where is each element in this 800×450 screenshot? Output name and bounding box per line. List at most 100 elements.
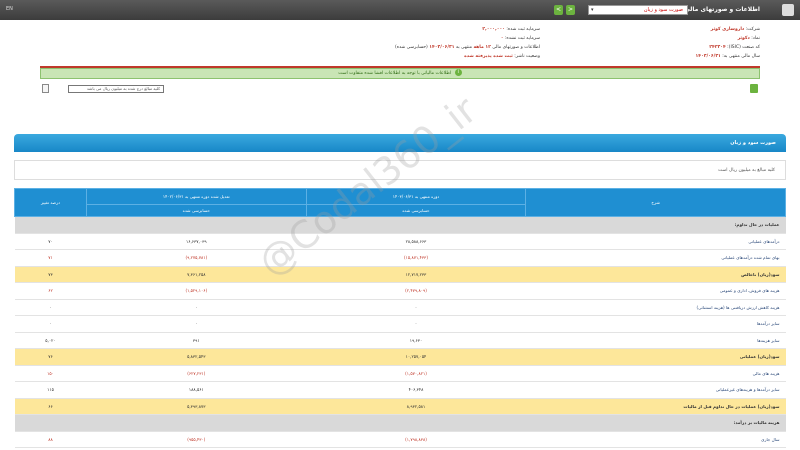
- row-desc: سایر هزینه‌ها: [525, 332, 786, 349]
- chevron-down-icon: ▾: [591, 7, 594, 13]
- audit-status: (حسابرسی شده): [394, 45, 428, 50]
- header-desc: شرح: [525, 188, 786, 217]
- info-icon: i: [454, 69, 462, 76]
- table-row: هزینه های مالی (۱,۵۷۰,۸۲۱) (۶۲۷,۲۳۱) ۱۵۰: [14, 365, 786, 382]
- row-previous: ۰: [86, 315, 307, 333]
- subheader-previous: حسابرسی شده: [85, 204, 307, 217]
- row-current: ۰: [306, 315, 526, 333]
- row-previous: ۳۹۱: [86, 332, 307, 349]
- info-banner: i اطلاعات مالیاتی با توجه به اطلاعات افش…: [40, 68, 760, 79]
- symbol-label: نماد:: [751, 36, 760, 41]
- table-row: سایر درآمدها و هزینه‌های غیرعملیاتی ۴۰۶,۳…: [14, 381, 786, 399]
- document-icon[interactable]: [42, 84, 49, 93]
- table-row: بهای تمام شده درآمدهای عملیاتی (۱۵,۸۷۱,۴۳…: [14, 249, 786, 267]
- company-info-panel: شرکت: داروسازی کوثر سرمایه ثبت شده: ۲,۰۰…: [40, 25, 760, 67]
- row-change: ۰: [14, 299, 87, 316]
- next-button[interactable]: >: [566, 5, 575, 15]
- row-desc: سال جاری: [525, 431, 786, 448]
- row-current: ۱۹,۶۳۰: [306, 332, 526, 349]
- row-change: ۷۳: [14, 266, 87, 283]
- row-change: ۷۰: [14, 233, 87, 250]
- unregistered-capital-value: ۰: [500, 36, 504, 41]
- top-bar: اطلاعات و صورتهای مالی صورت سود و زیان ▾…: [0, 0, 800, 20]
- table-row: سود(زیان) عملیات در حال تداوم قبل از مال…: [14, 398, 786, 415]
- page-title: اطلاعات و صورتهای مالی: [684, 6, 760, 13]
- row-change: ۱۵۰: [14, 365, 87, 382]
- language-toggle[interactable]: EN: [6, 6, 13, 12]
- table-row: سایر درآمدها ۰ ۰ ۰: [14, 315, 786, 333]
- isic-value: ۲۴۲۳۰۴: [709, 45, 726, 50]
- row-previous: (۶۲۷,۲۳۱): [86, 365, 307, 382]
- report-select-value: صورت سود و زیان: [643, 7, 683, 13]
- year-end-label: سال مالی منتهی به:: [722, 54, 760, 59]
- group-label: عملیات در حال تداوم:: [14, 216, 786, 234]
- income-statement-table: شرح دوره منتهی به ۱۴۰۳/۰۶/۳۱ تعدیل شده د…: [14, 188, 786, 448]
- row-previous: ۵,۳۹۳,۸۷۳: [86, 398, 307, 415]
- unit-select[interactable]: کلیه مبالغ درج شده به میلیون ریال می باش…: [68, 85, 164, 93]
- capital-value: ۲,۰۰۰,۰۰۰: [482, 27, 505, 32]
- isic-label: کد صنعت (ISIC):: [727, 45, 760, 50]
- amount-note: کلیه مبالغ به میلیون ریال است: [14, 160, 786, 180]
- header-previous: تعدیل شده دوره منتهی به ۱۴۰۲/۰۶/۳۱: [85, 188, 307, 205]
- header-current: دوره منتهی به ۱۴۰۳/۰۶/۳۱: [305, 188, 527, 205]
- row-current: ۰: [306, 299, 526, 316]
- row-change: ۷۶: [14, 348, 87, 366]
- row-previous: ۱۶,۶۳۷,۰۳۹: [86, 233, 307, 250]
- period-value: ۱۲ ماهه: [473, 45, 491, 50]
- row-change: ۷۱: [14, 249, 87, 267]
- row-desc: سایر درآمدها و هزینه‌های غیرعملیاتی: [525, 381, 786, 399]
- row-change: ۶۶: [14, 398, 87, 415]
- row-desc: درآمدهای عملیاتی: [525, 233, 786, 250]
- row-current: (۱,۷۹۸,۸۳۸): [306, 431, 526, 448]
- symbol-value: دکوثر: [737, 36, 750, 41]
- row-previous: (۹,۲۷۵,۷۸۱): [86, 249, 307, 267]
- row-previous: (۹۵۵,۴۳۰): [86, 431, 307, 448]
- table-row: سال جاری (۱,۷۹۸,۸۳۸) (۹۵۵,۴۳۰) ۸۸: [14, 431, 786, 448]
- capital-label: سرمایه ثبت شده:: [506, 27, 540, 32]
- table-row: هزینه مالیات بر درآمد:: [14, 414, 786, 432]
- row-current: (۱۵,۸۷۱,۴۳۳): [306, 249, 526, 267]
- row-change: ۵,۰۲۰: [14, 332, 87, 349]
- row-current: ۱۰,۲۵۷,۰۵۴: [306, 348, 526, 366]
- table-row: سود(زیان) ناخالص ۱۲,۷۱۷,۲۳۳ ۷,۳۶۱,۲۵۸ ۷۳: [14, 266, 786, 283]
- row-desc: هزینه کاهش ارزش دریافتنی ها (هزینه استثن…: [525, 299, 786, 316]
- info-banner-text: اطلاعات مالیاتی با توجه به اطلاعات افشا …: [338, 71, 452, 76]
- row-change: ۱۱۵: [14, 381, 87, 399]
- row-current: ۱۲,۷۱۷,۲۳۳: [306, 266, 526, 283]
- row-current: (۱,۵۷۰,۸۲۱): [306, 365, 526, 382]
- report-select[interactable]: صورت سود و زیان ▾: [588, 5, 688, 15]
- row-desc: سود(زیان) عملیات در حال تداوم قبل از مال…: [525, 398, 786, 415]
- company-value: داروسازی کوثر: [710, 27, 745, 32]
- row-current: ۲۸,۵۸۸,۶۶۳: [306, 233, 526, 250]
- row-previous: (۱,۵۲۹,۱۰۶): [86, 282, 307, 300]
- subheader-current: حسابرسی شده: [305, 204, 527, 217]
- table-row: سایر هزینه‌ها ۱۹,۶۳۰ ۳۹۱ ۵,۰۲۰: [14, 332, 786, 349]
- row-change: ۰: [14, 315, 87, 333]
- row-desc: سایر درآمدها: [525, 315, 786, 333]
- row-change: ۸۸: [14, 431, 87, 448]
- table-row: هزینه کاهش ارزش دریافتنی ها (هزینه استثن…: [14, 299, 786, 316]
- table-row: هزینه های فروش، اداری و عمومی (۲,۴۷۹,۸۰۹)…: [14, 282, 786, 300]
- row-change: ۶۲: [14, 282, 87, 300]
- section-header: صورت سود و زیان: [14, 134, 786, 152]
- row-previous: ۰: [86, 299, 307, 316]
- status-value: ثبت شده پذیرفته شده: [464, 54, 513, 59]
- unregistered-capital-label: سرمایه ثبت نشده:: [504, 36, 540, 41]
- row-previous: ۱۸۸,۵۶۱: [86, 381, 307, 399]
- period-end-label: منتهی به: [455, 45, 472, 50]
- company-label: شرکت:: [745, 27, 760, 32]
- row-current: (۲,۴۷۹,۸۰۹): [306, 282, 526, 300]
- row-previous: ۷,۳۶۱,۲۵۸: [86, 266, 307, 283]
- row-current: ۴۰۶,۳۴۸: [306, 381, 526, 399]
- header-change: درصد تغییر: [14, 188, 87, 217]
- prev-button[interactable]: <: [554, 5, 563, 15]
- group-label: هزینه مالیات بر درآمد:: [14, 414, 786, 432]
- year-end-value: ۱۴۰۳/۰۶/۳۱: [695, 54, 721, 59]
- table-row: عملیات در حال تداوم:: [14, 216, 786, 234]
- excel-icon[interactable]: [750, 84, 758, 93]
- table-row: درآمدهای عملیاتی ۲۸,۵۸۸,۶۶۳ ۱۶,۶۳۷,۰۳۹ ۷۰: [14, 233, 786, 250]
- row-desc: بهای تمام شده درآمدهای عملیاتی: [525, 249, 786, 267]
- period-label: اطلاعات و صورتهای مالی: [492, 45, 540, 50]
- logo-icon: [782, 4, 794, 16]
- status-label: وضعیت ناشر:: [514, 54, 540, 59]
